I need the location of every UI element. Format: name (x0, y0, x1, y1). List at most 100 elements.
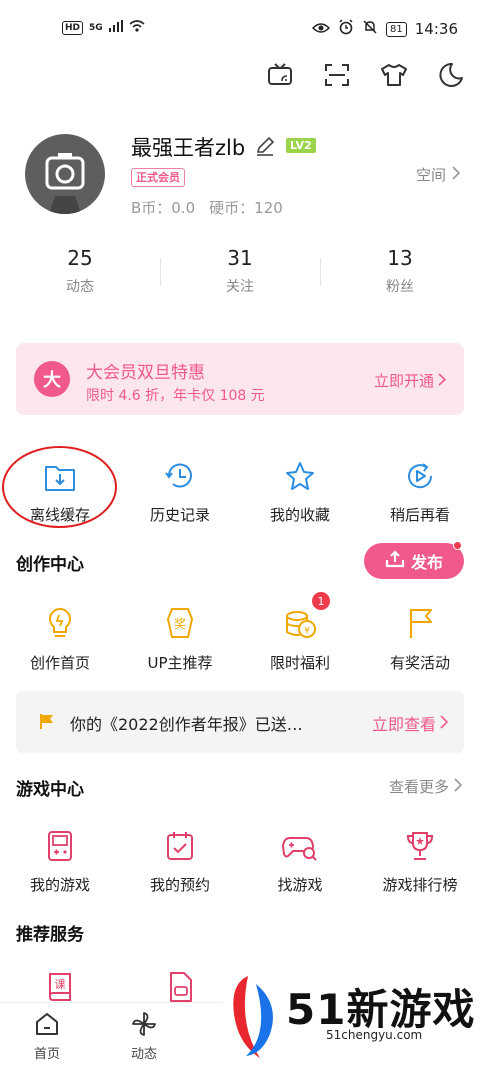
chevron-right-icon (452, 165, 461, 184)
nav-label: 动态 (130, 1047, 157, 1062)
watermark-url: 51chengyu.com (326, 1028, 423, 1042)
quick-action-label: 我的收藏 (269, 506, 330, 524)
game-center-title: 游戏中心 (16, 780, 84, 800)
reward-activity-button[interactable]: 有奖活动 (360, 604, 480, 673)
tv-cast-icon[interactable] (265, 60, 295, 90)
notification-dot (453, 541, 462, 550)
game-item-label: 找游戏 (277, 876, 323, 894)
notice-text: 你的《2022创作者年报》已送… (70, 715, 303, 734)
my-reservations-button[interactable]: 我的预约 (120, 826, 240, 895)
game-ranking-button[interactable]: 游戏排行榜 (360, 826, 480, 895)
find-games-button[interactable]: 找游戏 (240, 826, 360, 895)
coins-icon: ¥ (240, 604, 360, 640)
creation-item-label: 有奖活动 (389, 654, 450, 672)
bulb-icon (0, 604, 120, 640)
publish-button[interactable]: 发布 (364, 541, 464, 579)
quick-action-label: 稍后再看 (389, 506, 450, 524)
count-badge: 1 (312, 592, 330, 610)
nav-dynamics[interactable]: 动态 (114, 1011, 174, 1062)
game-item-label: 我的游戏 (29, 876, 90, 894)
trophy-icon (360, 826, 480, 862)
nav-label: 首页 (33, 1047, 60, 1062)
shirt-icon[interactable] (379, 60, 409, 90)
chevron-right-icon (454, 777, 463, 796)
edit-pencil-icon[interactable] (254, 135, 276, 161)
wifi-icon (129, 20, 145, 35)
pinwheel-icon (114, 1011, 174, 1037)
annual-report-notice[interactable]: 你的《2022创作者年报》已送… 立即查看 (16, 691, 464, 753)
moon-icon[interactable] (436, 60, 466, 90)
vip-open-button[interactable]: 立即开通 (373, 370, 447, 391)
creation-home-button[interactable]: 创作首页 (0, 604, 120, 673)
star-icon (240, 456, 360, 492)
mute-bell-icon (362, 19, 378, 39)
stat-value: 25 (67, 246, 93, 270)
svg-text:¥: ¥ (304, 626, 310, 636)
coin-info: B币：0.0 硬币：120 (131, 197, 283, 218)
creation-items: 创作首页 奖 UP主推荐 ¥ 限时福利 有奖活动 (0, 604, 480, 673)
watermark-logo-icon (226, 974, 282, 1064)
up-recommend-button[interactable]: 奖 UP主推荐 (120, 604, 240, 673)
favorites-button[interactable]: 我的收藏 (240, 456, 360, 525)
game-items: 我的游戏 我的预约 找游戏 游戏排行榜 (0, 826, 480, 895)
hd-indicator: HD (62, 20, 84, 35)
stat-value: 13 (387, 246, 413, 270)
stat-followers[interactable]: 13 粉丝 (320, 246, 480, 296)
flag-icon (38, 712, 56, 734)
annotation-circle (2, 446, 117, 528)
upload-icon (385, 550, 405, 572)
eye-icon (311, 20, 331, 38)
stat-label: 动态 (66, 279, 94, 295)
vip-promo-banner[interactable]: 大 大会员双旦特惠 限时 4.6 折，年卡仅 108 元 立即开通 (16, 343, 464, 415)
home-icon (17, 1011, 77, 1037)
watch-later-button[interactable]: 稍后再看 (360, 456, 480, 525)
view-now-label: 立即查看 (371, 715, 436, 734)
username: 最强王者zlb (131, 136, 246, 160)
vip-status-badge: 正式会员 (131, 168, 185, 187)
svg-text:奖: 奖 (174, 617, 186, 631)
recommended-services-title: 推荐服务 (16, 925, 84, 945)
stat-dynamics[interactable]: 25 动态 (0, 246, 160, 296)
nav-home[interactable]: 首页 (17, 1011, 77, 1062)
level-badge: LV2 (286, 138, 316, 153)
stat-following[interactable]: 31 关注 (160, 246, 320, 296)
history-clock-icon (120, 456, 240, 492)
flag-icon (360, 604, 480, 640)
vip-promo-title: 大会员双旦特惠 (86, 363, 205, 383)
clock-time: 14:36 (414, 20, 458, 38)
chevron-right-icon (440, 714, 449, 733)
history-button[interactable]: 历史记录 (120, 456, 240, 525)
creation-center-title: 创作中心 (16, 555, 84, 575)
vip-promo-subtitle: 限时 4.6 折，年卡仅 108 元 (86, 388, 265, 404)
chevron-right-icon (438, 372, 447, 390)
vip-open-label: 立即开通 (373, 372, 434, 390)
my-games-button[interactable]: 我的游戏 (0, 826, 120, 895)
publish-label: 发布 (410, 553, 443, 572)
gamepad-search-icon (240, 826, 360, 862)
hard-coin-balance: 硬币：120 (209, 199, 283, 217)
network-indicator: 5G (89, 22, 103, 33)
watermark-overlay: 51新游戏 51chengyu.com (222, 968, 480, 1067)
alarm-icon (338, 19, 354, 39)
quick-action-label: 历史记录 (149, 506, 210, 524)
creation-item-label: 限时福利 (269, 654, 330, 672)
stat-value: 31 (227, 246, 253, 270)
space-link-label: 空间 (415, 166, 446, 184)
watch-later-icon (360, 456, 480, 492)
view-more-link[interactable]: 查看更多 (389, 776, 463, 797)
avatar[interactable] (25, 134, 105, 214)
game-item-label: 游戏排行榜 (382, 876, 458, 894)
course-button[interactable]: 课 (0, 968, 120, 1004)
stat-label: 关注 (226, 279, 254, 295)
profile-stats: 25 动态 31 关注 13 粉丝 (0, 246, 480, 296)
scan-icon[interactable] (322, 60, 352, 90)
space-link[interactable]: 空间 (415, 164, 461, 185)
limited-benefit-button[interactable]: ¥ 限时福利 (240, 604, 360, 673)
view-now-button[interactable]: 立即查看 (371, 711, 449, 735)
b-coin-balance: B币：0.0 (131, 199, 196, 217)
stat-label: 粉丝 (386, 279, 414, 295)
creation-item-label: 创作首页 (29, 654, 90, 672)
course-book-icon: 课 (0, 968, 120, 1004)
signal-icon (108, 20, 123, 35)
award-icon: 奖 (120, 604, 240, 640)
